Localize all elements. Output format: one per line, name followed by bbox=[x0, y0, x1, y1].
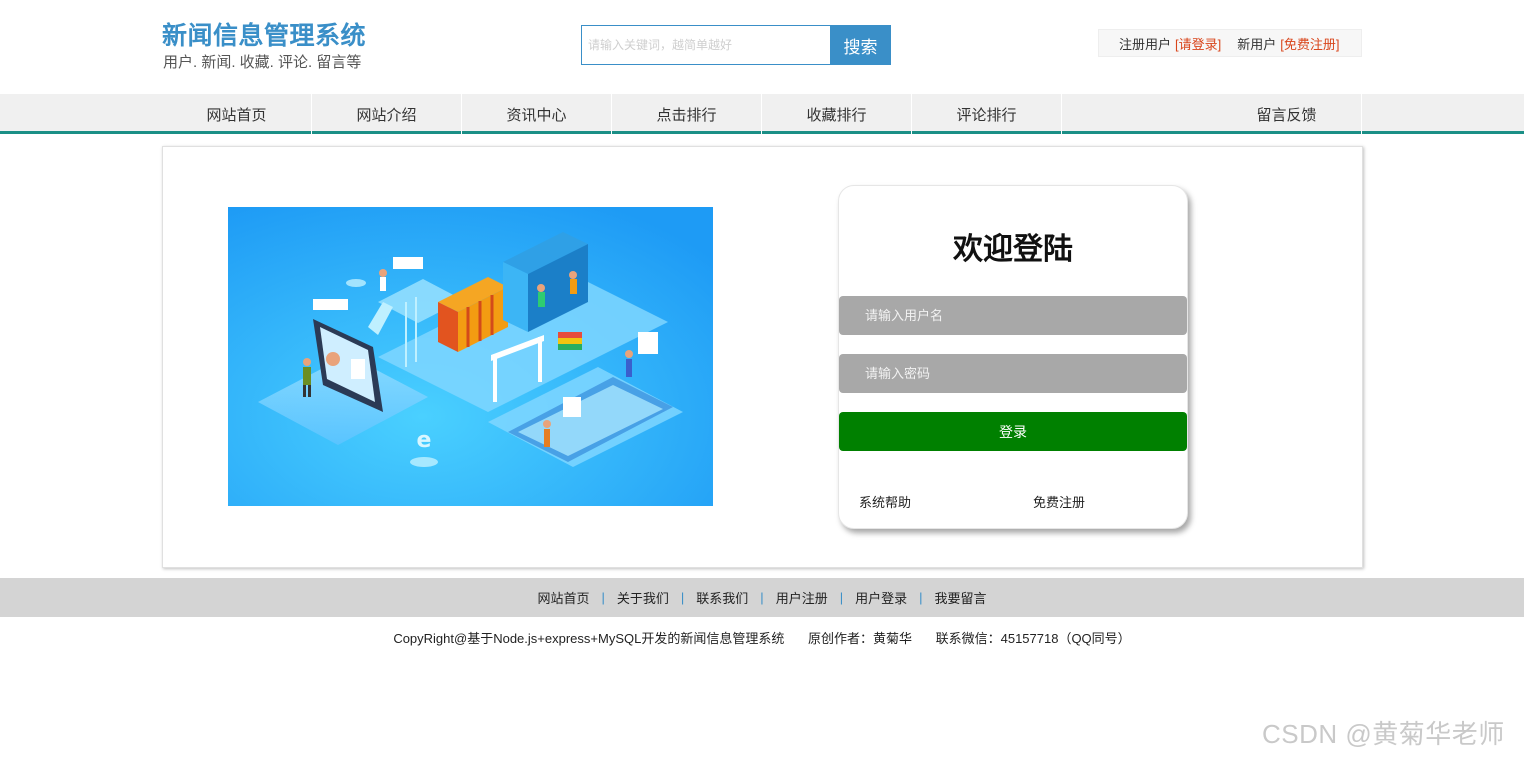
username-input[interactable] bbox=[839, 296, 1187, 335]
help-link[interactable]: 系统帮助 bbox=[859, 492, 911, 511]
site-header: 新闻信息管理系统 用户. 新闻. 收藏. 评论. 留言等 搜索 注册用户 [请登… bbox=[0, 0, 1524, 94]
footer-link-login[interactable]: 用户登录 bbox=[855, 588, 907, 607]
copyright-text: CopyRight@基于Node.js+express+MySQL开发的新闻信息… bbox=[393, 631, 785, 646]
nav-item-click-rank[interactable]: 点击排行 bbox=[612, 94, 762, 134]
nav-item-home[interactable]: 网站首页 bbox=[162, 94, 312, 134]
new-user-label: 新用户 bbox=[1237, 36, 1277, 52]
search-box bbox=[581, 25, 831, 65]
login-button[interactable]: 登录 bbox=[839, 412, 1187, 451]
registered-user-label: 注册用户 bbox=[1119, 36, 1172, 52]
search-button[interactable]: 搜索 bbox=[830, 25, 891, 65]
site-title: 新闻信息管理系统 bbox=[162, 22, 367, 50]
footer-separator: | bbox=[839, 590, 844, 605]
isometric-illustration: e bbox=[228, 207, 713, 506]
login-link[interactable]: [请登录] bbox=[1175, 34, 1221, 53]
nav-item-news[interactable]: 资讯中心 bbox=[462, 94, 612, 134]
footer-separator: | bbox=[760, 590, 764, 605]
login-title: 欢迎登陆 bbox=[953, 233, 1073, 266]
password-field-wrap bbox=[839, 354, 1187, 393]
search-input[interactable] bbox=[582, 26, 830, 64]
footer-separator: | bbox=[601, 590, 605, 605]
footer-link-register[interactable]: 用户注册 bbox=[776, 588, 828, 607]
main-nav: 网站首页 网站介绍 资讯中心 点击排行 收藏排行 评论排行 留言反馈 bbox=[0, 94, 1524, 134]
login-card: 欢迎登陆 登录 系统帮助 免费注册 bbox=[838, 185, 1188, 529]
footer-link-about[interactable]: 关于我们 bbox=[617, 588, 669, 607]
author-text: 原创作者：黄菊华 bbox=[807, 631, 912, 646]
nav-item-feedback[interactable]: 留言反馈 bbox=[1212, 94, 1362, 134]
footer-link-contact[interactable]: 联系我们 bbox=[696, 588, 748, 607]
svg-text:e: e bbox=[417, 428, 432, 453]
nav-item-about[interactable]: 网站介绍 bbox=[312, 94, 462, 134]
site-subtitle: 用户. 新闻. 收藏. 评论. 留言等 bbox=[163, 54, 362, 71]
footer-separator: | bbox=[680, 590, 685, 605]
password-input[interactable] bbox=[839, 354, 1187, 393]
register-link[interactable]: [免费注册] bbox=[1280, 34, 1339, 53]
footer-separator: | bbox=[919, 590, 923, 605]
copyright-line: CopyRight@基于Node.js+express+MySQL开发的新闻信息… bbox=[0, 628, 1524, 647]
username-field-wrap bbox=[839, 296, 1187, 335]
nav-item-favorite-rank[interactable]: 收藏排行 bbox=[762, 94, 912, 134]
main-panel: e 欢迎登陆 登录 系统帮助 免费注册 bbox=[162, 146, 1363, 568]
footer-link-home[interactable]: 网站首页 bbox=[537, 588, 589, 607]
footer-link-message[interactable]: 我要留言 bbox=[935, 588, 987, 607]
free-register-link[interactable]: 免费注册 bbox=[1033, 492, 1085, 511]
csdn-watermark: CSDN @黄菊华老师 bbox=[1262, 719, 1505, 749]
nav-item-comment-rank[interactable]: 评论排行 bbox=[912, 94, 1062, 134]
user-status-box: 注册用户 [请登录] 新用户 [免费注册] bbox=[1098, 29, 1362, 57]
contact-text: 联系微信：45157718（QQ同号） bbox=[935, 631, 1131, 646]
footer-nav: 网站首页 | 关于我们 | 联系我们 | 用户注册 | 用户登录 | 我要留言 bbox=[0, 578, 1524, 617]
